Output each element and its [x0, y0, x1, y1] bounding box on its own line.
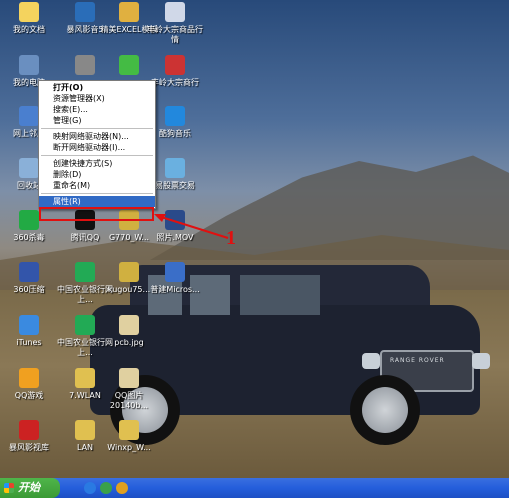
start-label: 开始	[18, 481, 40, 494]
annotation-arrow	[154, 214, 229, 239]
annotation-number: 1	[226, 227, 236, 249]
desktop[interactable]: RANGE ROVER 我的文档 暴风影音5 精美EXCEL模板 丰岭大宗商品行情 我的…	[0, 0, 509, 478]
windows-flag-icon	[4, 483, 14, 493]
start-button[interactable]: 开始	[0, 478, 60, 498]
quicklaunch-icon[interactable]	[116, 482, 128, 494]
ie-icon[interactable]	[84, 482, 96, 494]
taskbar: 开始	[0, 478, 509, 498]
quicklaunch-icon[interactable]	[100, 482, 112, 494]
